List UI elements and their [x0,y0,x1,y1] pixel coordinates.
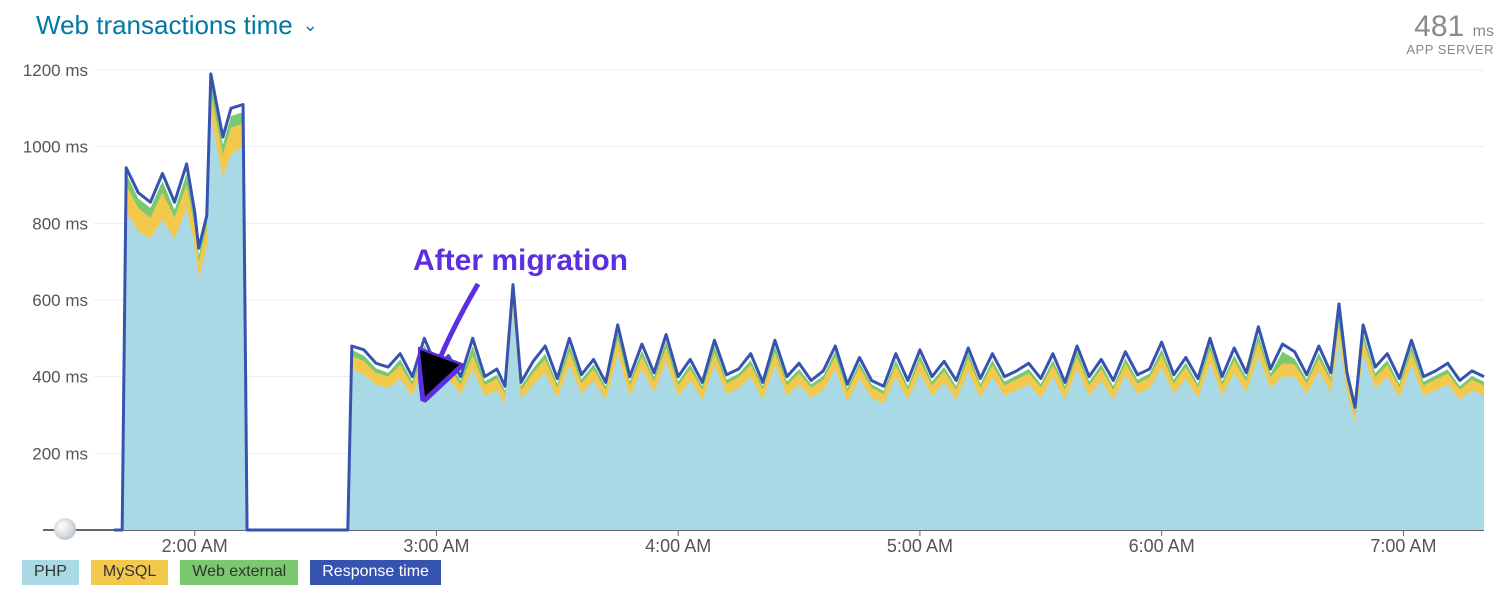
svg-text:4:00 AM: 4:00 AM [645,536,711,556]
stat-sub: APP SERVER [1406,42,1494,57]
stat-unit: ms [1473,23,1494,40]
svg-text:600 ms: 600 ms [32,291,88,310]
legend-php[interactable]: PHP [22,560,79,585]
chevron-down-icon: ⌄ [303,15,318,36]
svg-text:400 ms: 400 ms [32,368,88,387]
svg-text:5:00 AM: 5:00 AM [887,536,953,556]
svg-text:7:00 AM: 7:00 AM [1370,536,1436,556]
svg-text:1200 ms: 1200 ms [23,61,88,80]
stat-value: 481 [1414,10,1464,44]
svg-text:1000 ms: 1000 ms [23,138,88,157]
summary-stat: 481 ms APP SERVER [1406,10,1494,57]
series-php [114,116,1484,530]
svg-text:6:00 AM: 6:00 AM [1129,536,1195,556]
legend-mysql[interactable]: MySQL [91,560,168,585]
legend: PHP MySQL Web external Response time [18,560,1494,585]
time-picker-handle[interactable] [54,518,76,540]
svg-text:800 ms: 800 ms [32,214,88,233]
legend-response-time[interactable]: Response time [310,560,441,585]
svg-text:3:00 AM: 3:00 AM [403,536,469,556]
chart-plot[interactable]: 200 ms 400 ms 600 ms 800 ms 1000 ms 1200 ms 2:… [18,58,1494,558]
svg-text:2:00 AM: 2:00 AM [162,536,228,556]
chart-title: Web transactions time [36,10,293,41]
svg-text:200 ms: 200 ms [32,444,88,463]
legend-webext[interactable]: Web external [180,560,298,585]
chart-title-dropdown[interactable]: Web transactions time ⌄ [36,10,318,41]
